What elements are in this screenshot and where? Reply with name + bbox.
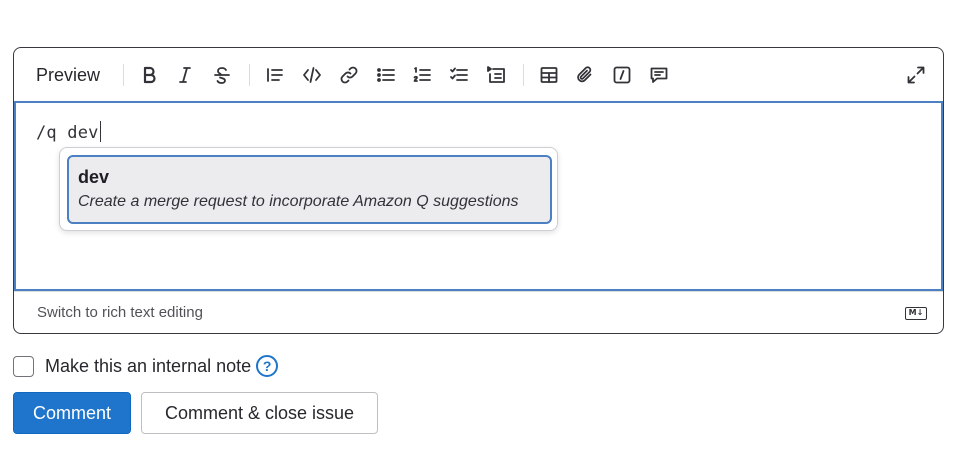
attach-file-button[interactable] xyxy=(571,61,599,89)
bold-icon xyxy=(143,66,156,84)
numbered-list-icon xyxy=(413,67,431,82)
autocomplete-item[interactable]: dev Create a merge request to incorporat… xyxy=(67,155,552,224)
internal-note-label[interactable]: Make this an internal note xyxy=(45,356,251,377)
editor-footer: Switch to rich text editing M↓ xyxy=(14,291,943,333)
bold-button[interactable] xyxy=(135,61,163,89)
quote-icon xyxy=(267,68,283,82)
fullscreen-button[interactable] xyxy=(902,61,930,89)
internal-note-checkbox[interactable] xyxy=(13,355,34,377)
numbered-list-button[interactable] xyxy=(408,61,436,89)
quote-button[interactable] xyxy=(261,61,289,89)
help-icon[interactable]: ? xyxy=(256,355,279,377)
bullet-list-icon xyxy=(377,68,395,82)
comment-and-close-button[interactable]: Comment & close issue xyxy=(141,392,378,434)
collapsible-section-icon xyxy=(487,66,505,83)
switch-to-rich-text-link[interactable]: Switch to rich text editing xyxy=(37,304,203,321)
formatting-toolbar: Preview xyxy=(14,48,943,102)
bullet-list-button[interactable] xyxy=(372,61,400,89)
toolbar-divider xyxy=(523,64,524,86)
code-icon xyxy=(303,67,321,83)
strikethrough-button[interactable] xyxy=(208,61,236,89)
collapsible-section-button[interactable] xyxy=(482,61,510,89)
comment-button[interactable]: Comment xyxy=(13,392,131,434)
table-icon xyxy=(540,67,558,83)
attach-file-icon xyxy=(577,66,592,83)
toolbar-divider xyxy=(123,64,124,86)
markdown-icon: M↓ xyxy=(905,307,927,320)
comment-template-button[interactable] xyxy=(645,61,673,89)
autocomplete-item-description: Create a merge request to incorporate Am… xyxy=(78,193,519,210)
internal-note-row: Make this an internal note ? xyxy=(13,354,279,378)
toolbar-divider xyxy=(249,64,250,86)
text-caret xyxy=(99,121,102,142)
link-icon xyxy=(340,66,358,84)
preview-button[interactable]: Preview xyxy=(28,61,108,89)
autocomplete-item-title: dev xyxy=(78,167,110,187)
strikethrough-icon xyxy=(214,67,230,84)
link-button[interactable] xyxy=(335,61,363,89)
italic-button[interactable] xyxy=(171,61,199,89)
code-button[interactable] xyxy=(298,61,326,89)
quick-action-autocomplete: dev Create a merge request to incorporat… xyxy=(59,147,558,231)
task-list-button[interactable] xyxy=(445,61,473,89)
textarea-value: /q dev xyxy=(36,123,99,143)
comment-textarea[interactable]: /q dev dev Create a merge request to inc… xyxy=(14,101,943,291)
fullscreen-icon xyxy=(907,66,925,84)
textarea-text: /q dev xyxy=(36,121,102,143)
quick-actions-icon xyxy=(613,66,631,84)
table-button[interactable] xyxy=(535,61,563,89)
task-list-icon xyxy=(450,67,468,81)
italic-icon xyxy=(179,67,191,83)
comment-editor: Preview /q dev dev Create a merge reques… xyxy=(13,47,944,334)
comment-template-icon xyxy=(650,67,668,83)
quick-actions-button[interactable] xyxy=(608,61,636,89)
